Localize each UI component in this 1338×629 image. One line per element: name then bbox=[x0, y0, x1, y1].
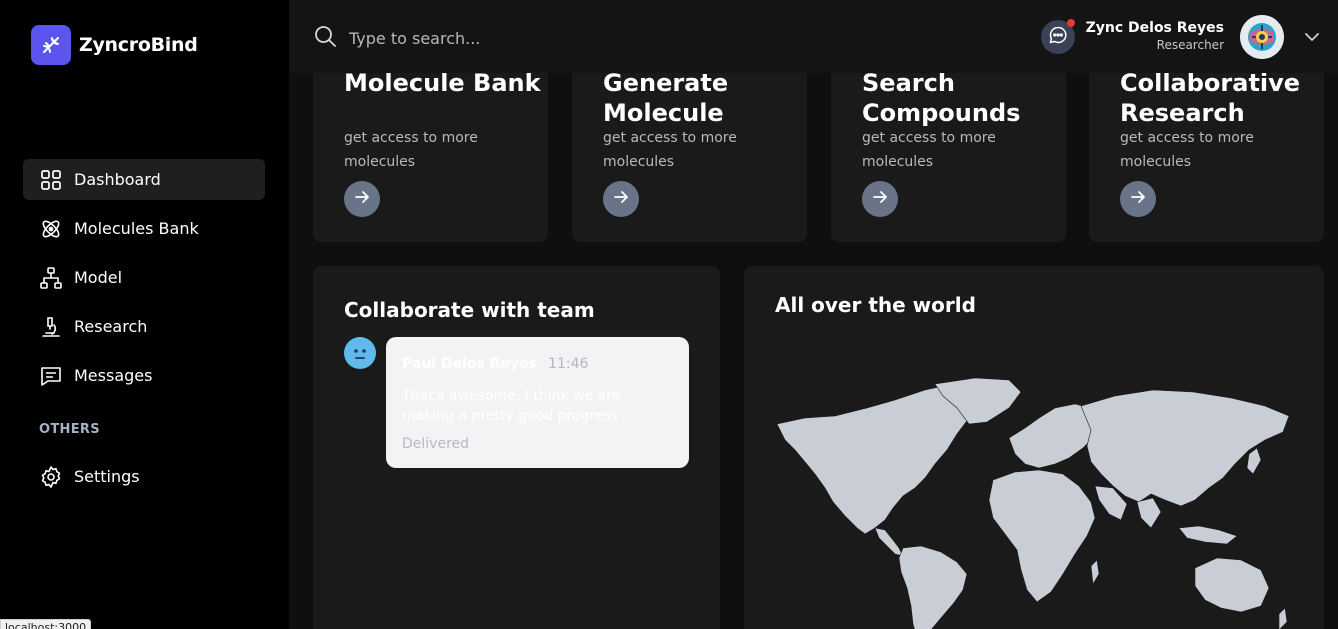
arrow-right-icon bbox=[613, 189, 629, 209]
card-go-button[interactable] bbox=[1120, 181, 1156, 217]
card-title: Search Compounds bbox=[862, 69, 1021, 127]
sidebar-settings-group: Settings bbox=[23, 456, 265, 505]
card-description: get access to more molecules bbox=[603, 130, 737, 170]
microscope-icon bbox=[39, 315, 63, 339]
sidebar-nav: Dashboard Molecules Bank Model Research … bbox=[23, 159, 265, 404]
avatar[interactable] bbox=[1240, 15, 1284, 59]
sender-avatar bbox=[344, 337, 376, 369]
sidebar-item-model[interactable]: Model bbox=[23, 257, 265, 298]
collaborate-title: Collaborate with team bbox=[344, 298, 595, 322]
sidebar-item-messages[interactable]: Messages bbox=[23, 355, 265, 396]
card-description: get access to more molecules bbox=[1120, 130, 1254, 170]
dna-icon bbox=[31, 25, 71, 65]
user-info[interactable]: Zync Delos Reyes Researcher bbox=[1086, 20, 1224, 52]
hierarchy-icon bbox=[39, 266, 63, 290]
sidebar-item-label: Dashboard bbox=[74, 170, 161, 189]
chat-message[interactable]: Paul Delos Reyes 11:46 That's awesome. I… bbox=[386, 337, 689, 468]
map-new-zealand bbox=[1278, 607, 1288, 629]
message-status: Delivered bbox=[402, 436, 470, 452]
chat-icon bbox=[39, 364, 63, 388]
world-map[interactable] bbox=[775, 378, 1295, 629]
gear-icon bbox=[39, 465, 63, 489]
top-header: Zync Delos Reyes Researcher bbox=[289, 0, 1338, 73]
brand[interactable]: ZyncroBind bbox=[31, 25, 198, 65]
sidebar-item-dashboard[interactable]: Dashboard bbox=[23, 159, 265, 200]
sidebar-item-research[interactable]: Research bbox=[23, 306, 265, 347]
message-text: That's awesome. I think we are making a … bbox=[402, 388, 621, 424]
section-label-others: OTHERS bbox=[39, 422, 100, 437]
search-icon[interactable] bbox=[313, 24, 337, 52]
sidebar: ZyncroBind Dashboard Molecules Bank Mode… bbox=[0, 0, 289, 629]
arrow-right-icon bbox=[1130, 189, 1146, 209]
user-name: Zync Delos Reyes bbox=[1085, 20, 1224, 36]
sidebar-item-label: Settings bbox=[74, 467, 140, 486]
sidebar-item-label: Molecules Bank bbox=[74, 219, 199, 238]
map-japan bbox=[1246, 447, 1262, 475]
card-description: get access to more molecules bbox=[344, 130, 478, 170]
world-title: All over the world bbox=[775, 293, 976, 317]
arrow-right-icon bbox=[872, 189, 888, 209]
card-description: get access to more molecules bbox=[862, 130, 996, 170]
brand-name: ZyncroBind bbox=[79, 34, 198, 56]
collaborate-panel: Collaborate with team Paul Delos Reyes 1… bbox=[313, 266, 720, 629]
sidebar-item-settings[interactable]: Settings bbox=[23, 456, 265, 497]
sidebar-item-label: Messages bbox=[74, 366, 153, 385]
card-go-button[interactable] bbox=[862, 181, 898, 217]
message-sender: Paul Delos Reyes bbox=[402, 356, 537, 372]
messages-button[interactable] bbox=[1041, 19, 1075, 54]
sidebar-item-label: Research bbox=[74, 317, 148, 336]
world-panel: All over the world bbox=[744, 266, 1324, 629]
user-role: Researcher bbox=[1156, 38, 1224, 52]
map-madagascar bbox=[1090, 559, 1100, 585]
map-australia bbox=[1194, 557, 1270, 613]
grid-icon bbox=[39, 168, 63, 192]
chat-bubble-icon bbox=[1048, 25, 1068, 49]
message-time: 11:46 bbox=[548, 356, 589, 372]
card-title: Collaborative Research bbox=[1120, 69, 1301, 127]
search-bar bbox=[313, 24, 649, 52]
sidebar-item-molecules-bank[interactable]: Molecules Bank bbox=[23, 208, 265, 249]
card-title: Generate Molecule bbox=[603, 69, 729, 127]
map-africa bbox=[988, 469, 1096, 603]
status-bar-url: localhost:3000 bbox=[0, 619, 92, 629]
map-central-america bbox=[874, 527, 904, 557]
map-south-america bbox=[898, 545, 968, 629]
card-go-button[interactable] bbox=[603, 181, 639, 217]
atom-icon bbox=[39, 217, 63, 241]
search-input[interactable] bbox=[349, 28, 649, 48]
notification-dot bbox=[1067, 19, 1075, 27]
chevron-down-icon[interactable] bbox=[1303, 28, 1321, 50]
card-go-button[interactable] bbox=[344, 181, 380, 217]
arrow-right-icon bbox=[354, 189, 370, 209]
map-indonesia bbox=[1178, 525, 1238, 545]
sidebar-item-label: Model bbox=[74, 268, 123, 287]
